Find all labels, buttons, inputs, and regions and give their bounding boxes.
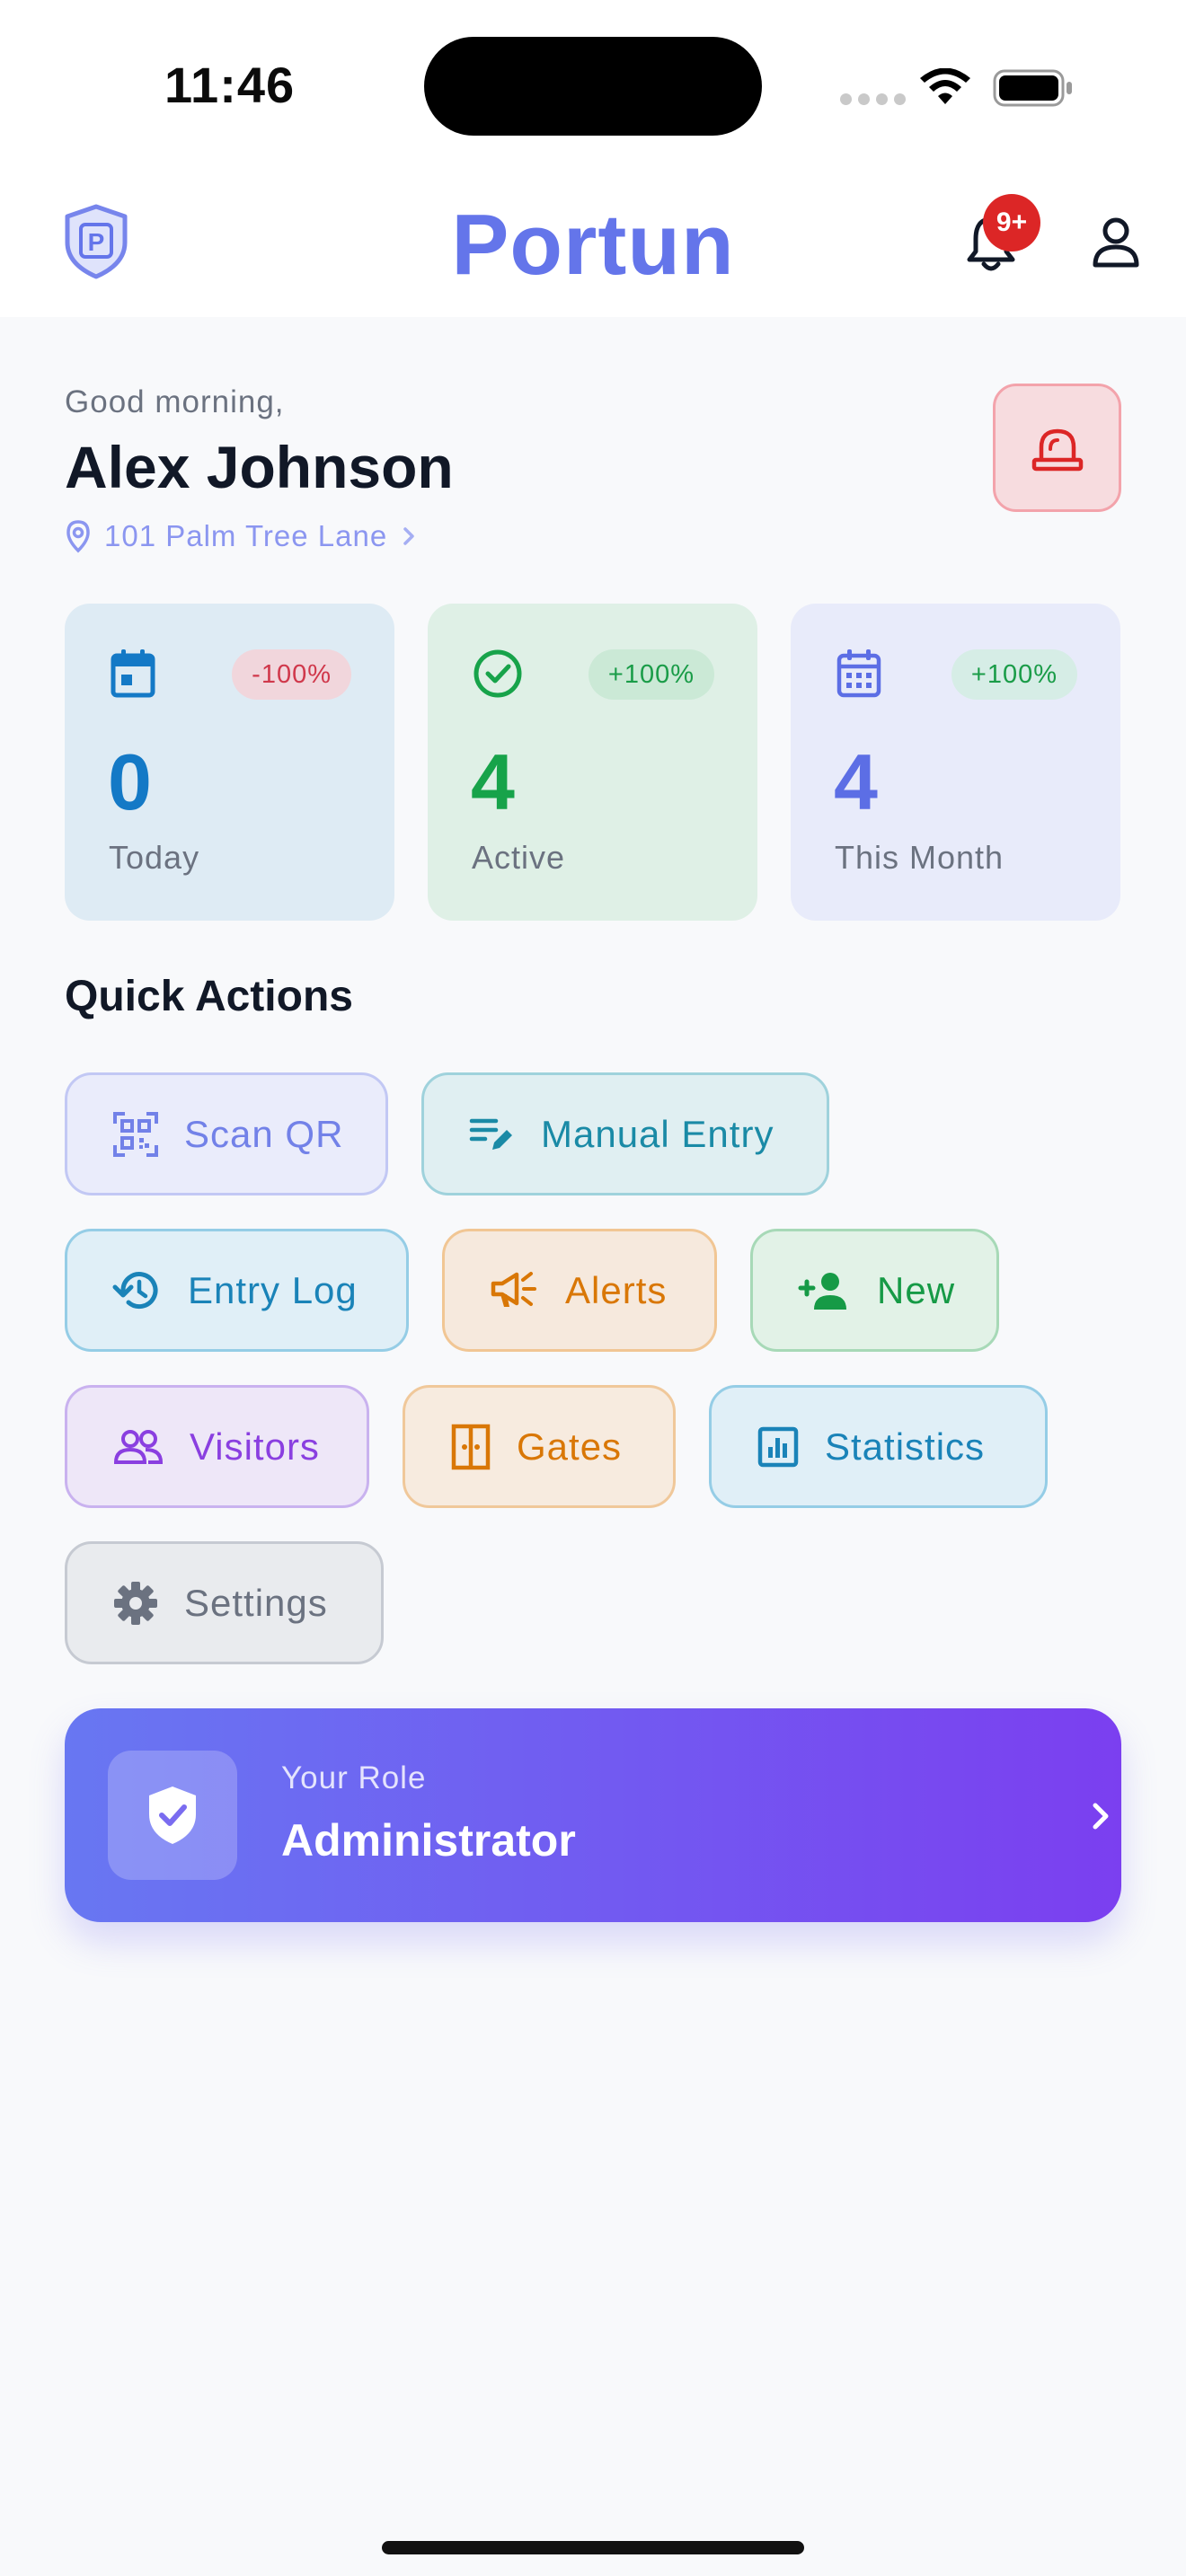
- shield-check-icon: [149, 1786, 196, 1844]
- greeting-salutation: Good morning,: [65, 384, 285, 419]
- change-pill: +100%: [951, 649, 1077, 700]
- battery-icon: [993, 69, 1072, 107]
- app-header: P Portun 9+: [0, 171, 1186, 317]
- stat-card-today[interactable]: -100% 0 Today: [65, 604, 394, 921]
- chevron-right-icon: [403, 527, 414, 545]
- chip-label: Statistics: [825, 1425, 986, 1468]
- chip-label: Gates: [517, 1425, 623, 1468]
- new-visitor-button[interactable]: New: [750, 1229, 999, 1352]
- chip-label: Scan QR: [184, 1112, 344, 1155]
- check-circle-icon: [474, 649, 522, 698]
- user-name: Alex Johnson: [65, 434, 454, 500]
- scan-qr-button[interactable]: Scan QR: [65, 1072, 388, 1195]
- stat-card-this-month[interactable]: +100% 4 This Month: [791, 604, 1120, 921]
- emergency-alarm-button[interactable]: [993, 384, 1121, 512]
- alerts-button[interactable]: Alerts: [442, 1229, 717, 1352]
- people-icon: [113, 1429, 164, 1464]
- role-value: Administrator: [281, 1815, 576, 1866]
- cellular-signal-icon: [840, 93, 906, 105]
- visitors-button[interactable]: Visitors: [65, 1385, 369, 1508]
- person-add-icon: [798, 1272, 846, 1310]
- stat-card-active[interactable]: +100% 4 Active: [428, 604, 757, 921]
- notification-badge[interactable]: 9+: [983, 194, 1040, 251]
- change-pill: +100%: [588, 649, 714, 700]
- address-link[interactable]: 101 Palm Tree Lane: [65, 519, 418, 553]
- calendar-today-icon: [111, 649, 155, 698]
- siren-icon: [1031, 428, 1083, 471]
- stat-value: 0: [108, 737, 152, 826]
- gear-icon: [114, 1581, 157, 1625]
- statistics-button[interactable]: Statistics: [709, 1385, 1048, 1508]
- change-pill: -100%: [232, 649, 351, 700]
- role-card[interactable]: Your Role Administrator: [65, 1708, 1121, 1922]
- manual-entry-button[interactable]: Manual Entry: [421, 1072, 829, 1195]
- qr-code-icon: [113, 1111, 158, 1157]
- stat-value: 4: [834, 737, 878, 826]
- gates-button[interactable]: Gates: [403, 1385, 676, 1508]
- status-bar: 11:46: [0, 0, 1186, 171]
- chip-label: Entry Log: [188, 1268, 358, 1311]
- chip-label: Alerts: [565, 1268, 668, 1311]
- door-icon: [451, 1424, 491, 1469]
- location-pin-icon: [66, 520, 90, 553]
- chevron-right-icon: [1093, 1803, 1109, 1830]
- stat-label: Today: [109, 839, 200, 876]
- dynamic-island: [424, 37, 762, 136]
- wifi-icon: [920, 68, 970, 104]
- profile-icon[interactable]: [1091, 216, 1141, 269]
- address-text: 101 Palm Tree Lane: [104, 519, 388, 552]
- stat-label: Active: [472, 839, 566, 876]
- home-indicator[interactable]: [382, 2541, 804, 2554]
- role-icon-container: [108, 1751, 237, 1880]
- chip-label: Settings: [184, 1581, 328, 1624]
- calendar-month-icon: [836, 649, 881, 698]
- settings-button[interactable]: Settings: [65, 1541, 384, 1664]
- entry-log-button[interactable]: Entry Log: [65, 1229, 409, 1352]
- role-caption: Your Role: [281, 1760, 427, 1795]
- stat-label: This Month: [835, 839, 1005, 876]
- chart-icon: [757, 1426, 799, 1467]
- chip-label: New: [877, 1268, 956, 1311]
- history-icon: [112, 1271, 158, 1309]
- chip-label: Visitors: [190, 1425, 320, 1468]
- chip-label: Manual Entry: [541, 1112, 774, 1155]
- stat-value: 4: [471, 737, 515, 826]
- megaphone-icon: [491, 1271, 536, 1307]
- quick-actions-title: Quick Actions: [65, 973, 353, 1020]
- status-time: 11:46: [164, 57, 296, 113]
- edit-note-icon: [469, 1118, 512, 1150]
